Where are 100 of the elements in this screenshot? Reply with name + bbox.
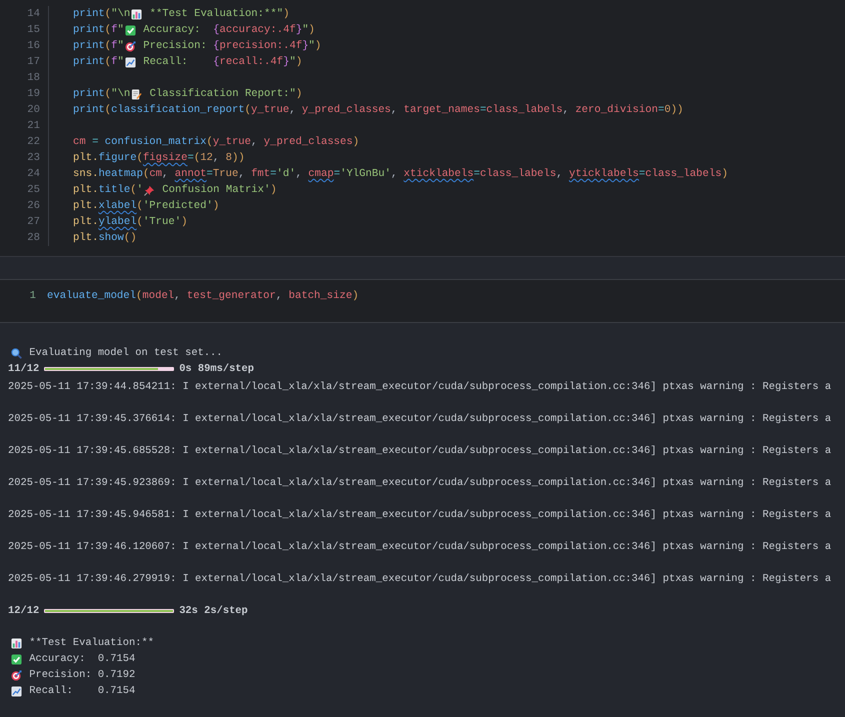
code-token: y_true	[212, 135, 252, 150]
code-token: 'Predicted'	[142, 199, 213, 214]
code-token: print	[73, 87, 105, 102]
output-text: Recall: 0.7154	[28, 684, 136, 699]
code-token: )	[212, 199, 220, 214]
code-token: (	[104, 39, 112, 54]
output-text: Precision: 0.7192	[28, 668, 136, 683]
code-token: (	[104, 55, 112, 70]
code-token: recall:.4f	[220, 55, 284, 70]
code-token: =	[91, 135, 100, 150]
code-token: target_names	[404, 103, 480, 118]
code-token: ))	[670, 103, 684, 118]
code-token: title	[98, 183, 130, 198]
code-token: "\n	[111, 7, 130, 22]
output-text: **Test Evaluation:**	[28, 636, 154, 651]
target-icon	[124, 40, 136, 52]
step-count: 12/12	[8, 604, 40, 619]
code-token: 12	[200, 151, 213, 166]
code-token: =	[270, 167, 276, 182]
code-token: model	[142, 289, 174, 304]
bar-chart-icon	[11, 638, 22, 648]
check-icon	[11, 654, 22, 664]
code-token: test_generator	[186, 289, 276, 304]
code-token: heatmap	[98, 167, 143, 182]
code-token: ,	[212, 151, 220, 166]
code-token: )	[352, 135, 360, 150]
code-token: (	[206, 135, 213, 150]
code-token: ,	[556, 167, 564, 182]
code-token: )	[296, 55, 302, 70]
code-token: (	[194, 151, 200, 166]
code-token: f	[111, 23, 118, 38]
code-token: )	[181, 215, 188, 230]
log-line: 2025-05-11 17:39:44.854211: I external/local_xla/xla/stream_executor/cuda/subprocess_compilation.cc:346] ptxas warning : Registers a	[8, 380, 832, 395]
code-token: )	[296, 87, 302, 102]
line-number: 14	[26, 7, 41, 22]
code-token: f	[111, 55, 118, 70]
code-token: y_true	[251, 103, 290, 118]
line-number: 20	[26, 103, 41, 118]
code-token: (	[104, 23, 112, 38]
log-line: 2025-05-11 17:39:46.279919: I external/local_xla/xla/stream_executor/cuda/subprocess_compilation.cc:346] ptxas warning : Registers a	[8, 572, 832, 587]
step-timing: 0s 89ms/step	[179, 362, 254, 377]
output-text: Accuracy: 0.7154	[28, 652, 136, 667]
line-number: 24	[26, 167, 41, 182]
code-token: )	[308, 23, 315, 38]
code-token: 'YlGnBu'	[340, 167, 391, 182]
line-number: 21	[26, 119, 41, 134]
pushpin-icon	[144, 184, 155, 196]
target-icon	[11, 670, 22, 680]
code-token: (	[136, 215, 143, 230]
line-number: 26	[26, 199, 41, 214]
code-token: figure	[98, 151, 137, 166]
line-number: 15	[26, 23, 41, 38]
step-timing: 32s 2s/step	[179, 604, 248, 619]
line-number: 22	[26, 135, 41, 150]
trend-chart-icon	[124, 56, 136, 68]
code-token: ,	[276, 289, 284, 304]
line-number: 19	[26, 87, 41, 102]
code-token: 8	[226, 151, 232, 166]
code-token: }	[296, 23, 302, 38]
code-token: =	[334, 167, 340, 182]
code-token: (	[136, 151, 143, 166]
code-token: ,	[562, 103, 570, 118]
code-token: yticklabels	[568, 167, 639, 182]
code-token: =	[187, 151, 194, 166]
code-token: y_pred_classes	[264, 135, 353, 150]
code-token: y_pred_classes	[302, 103, 391, 118]
code-token: (	[104, 7, 112, 22]
code-token: {	[213, 55, 220, 70]
code-token: plt.	[73, 151, 98, 166]
code-token: class_labels	[480, 167, 556, 182]
code-token: annot	[174, 167, 207, 182]
code-token: precision:.4f	[220, 39, 302, 54]
check-icon	[124, 24, 136, 36]
code-token: ,	[296, 167, 303, 182]
code-token: {	[213, 39, 220, 54]
code-token: "	[308, 39, 315, 54]
code-token: zero_division	[575, 103, 658, 118]
code-token: print	[73, 23, 105, 38]
line-number: 23	[26, 151, 41, 166]
log-line: 2025-05-11 17:39:46.120607: I external/local_xla/xla/stream_executor/cuda/subprocess_compilation.cc:346] ptxas warning : Registers a	[8, 540, 832, 555]
code-token: (	[244, 103, 252, 118]
code-token: ,	[251, 135, 258, 150]
code-token: ,	[289, 103, 297, 118]
code-token: =	[638, 167, 646, 182]
code-token: cm	[149, 167, 162, 182]
code-token: =	[480, 103, 486, 118]
code-token: (	[136, 199, 143, 214]
code-token: cm	[73, 135, 86, 150]
code-token: ,	[390, 167, 398, 182]
log-line: 2025-05-11 17:39:45.923869: I external/local_xla/xla/stream_executor/cuda/subprocess_compilation.cc:346] ptxas warning : Registers a	[8, 476, 832, 491]
code-token: ,	[174, 289, 182, 304]
code-token: sns.	[73, 167, 98, 182]
log-line: 2025-05-11 17:39:45.685528: I external/local_xla/xla/stream_executor/cuda/subprocess_compilation.cc:346] ptxas warning : Registers a	[8, 444, 832, 459]
line-number: 27	[26, 215, 41, 230]
code-token: {	[213, 23, 220, 38]
line-number: 17	[26, 55, 41, 70]
code-token: ))	[232, 151, 245, 166]
line-number: 25	[26, 183, 41, 198]
code-token: )	[283, 7, 290, 22]
code-token: (	[104, 87, 112, 102]
